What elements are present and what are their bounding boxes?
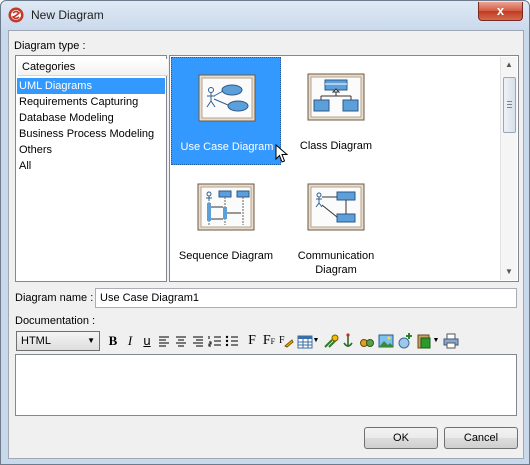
new-diagram-window: New Diagram x Diagram type : Categories … [0, 0, 530, 465]
gallery-scrollbar[interactable]: ▲ ▼ [500, 57, 517, 280]
communication-diagram-icon [307, 183, 365, 231]
anchor-icon[interactable] [340, 332, 356, 350]
diagram-tile-label: Use Case Diagram [180, 141, 274, 153]
align-right-icon[interactable] [190, 332, 206, 350]
font-size-sub-label: F [270, 337, 276, 346]
category-item-uml-diagrams[interactable]: UML Diagrams [17, 78, 165, 94]
diagram-tile-label: Sequence Diagram [178, 250, 274, 262]
align-left-icon[interactable] [156, 332, 172, 350]
scroll-up-icon[interactable]: ▲ [501, 57, 517, 73]
documentation-toolbar: HTML ▼ B I u F FF F ▼ ▼ [16, 330, 516, 352]
diagram-tile-label: Class Diagram [299, 140, 373, 152]
use-case-diagram-icon [198, 74, 256, 122]
diagram-name-input[interactable]: Use Case Diagram1 [95, 288, 517, 308]
font-button[interactable]: F [244, 332, 260, 350]
cancel-button[interactable]: Cancel [444, 427, 518, 449]
diagram-tile-label: Communication Diagram [297, 250, 375, 276]
diagram-type-label: Diagram type : [14, 40, 86, 52]
app-logo-icon [8, 7, 24, 23]
mouse-cursor-icon [275, 144, 289, 163]
diagram-tile-communication[interactable]: Communication Diagram [281, 167, 391, 276]
print-icon[interactable] [443, 332, 459, 350]
insert-link-icon[interactable] [323, 332, 339, 350]
dialog-body: Diagram type : Categories UML Diagrams R… [8, 30, 524, 459]
sequence-diagram-icon [197, 183, 255, 231]
diagram-name-label: Diagram name : [15, 292, 94, 304]
table-dropdown-icon[interactable]: ▼ [312, 332, 320, 350]
format-select[interactable]: HTML ▼ [16, 331, 100, 351]
category-item-requirements-capturing[interactable]: Requirements Capturing [17, 94, 165, 110]
scroll-down-icon[interactable]: ▼ [501, 264, 517, 280]
bullet-list-icon[interactable] [224, 332, 240, 350]
align-center-icon[interactable] [173, 332, 189, 350]
categories-header: Categories [18, 59, 168, 76]
diagram-tile-class[interactable]: Class Diagram [281, 57, 391, 165]
diagram-tile-use-case[interactable]: Use Case Diagram [171, 57, 281, 165]
ok-button[interactable]: OK [364, 427, 438, 449]
title-bar[interactable]: New Diagram x [1, 1, 529, 29]
numbered-list-icon[interactable] [207, 332, 223, 350]
close-button[interactable]: x [478, 2, 523, 21]
window-title: New Diagram [31, 8, 104, 22]
underline-button[interactable]: u [139, 332, 155, 350]
categories-panel: Categories UML Diagrams Requirements Cap… [15, 55, 168, 282]
insert-object-icon[interactable] [397, 332, 413, 350]
svg-text:F: F [279, 335, 285, 346]
category-item-others[interactable]: Others [17, 142, 165, 158]
format-select-value: HTML [21, 335, 51, 347]
category-item-business-process-modeling[interactable]: Business Process Modeling [17, 126, 165, 142]
category-item-all[interactable]: All [17, 158, 165, 174]
categories-list: UML Diagrams Requirements Capturing Data… [17, 78, 165, 174]
link-element-icon[interactable] [359, 332, 375, 350]
font-size-label: F [262, 333, 271, 348]
chevron-down-icon: ▼ [87, 336, 95, 345]
table-icon[interactable] [297, 332, 313, 350]
scrollbar-thumb[interactable] [503, 77, 516, 133]
font-size-button[interactable]: FF [261, 332, 277, 350]
italic-button[interactable]: I [122, 332, 138, 350]
paste-dropdown-icon[interactable]: ▼ [432, 332, 440, 350]
close-icon: x [496, 3, 505, 18]
documentation-editor[interactable] [15, 354, 517, 416]
bold-button[interactable]: B [105, 332, 121, 350]
class-diagram-icon [307, 73, 365, 121]
category-item-database-modeling[interactable]: Database Modeling [17, 110, 165, 126]
paste-icon[interactable] [416, 332, 432, 350]
documentation-label: Documentation : [15, 315, 96, 327]
insert-image-icon[interactable] [378, 332, 394, 350]
diagram-tile-sequence[interactable]: Sequence Diagram [171, 167, 281, 275]
diagram-gallery: Use Case Diagram Class Diagram Sequence … [169, 55, 519, 282]
highlight-icon[interactable]: F [278, 332, 294, 350]
